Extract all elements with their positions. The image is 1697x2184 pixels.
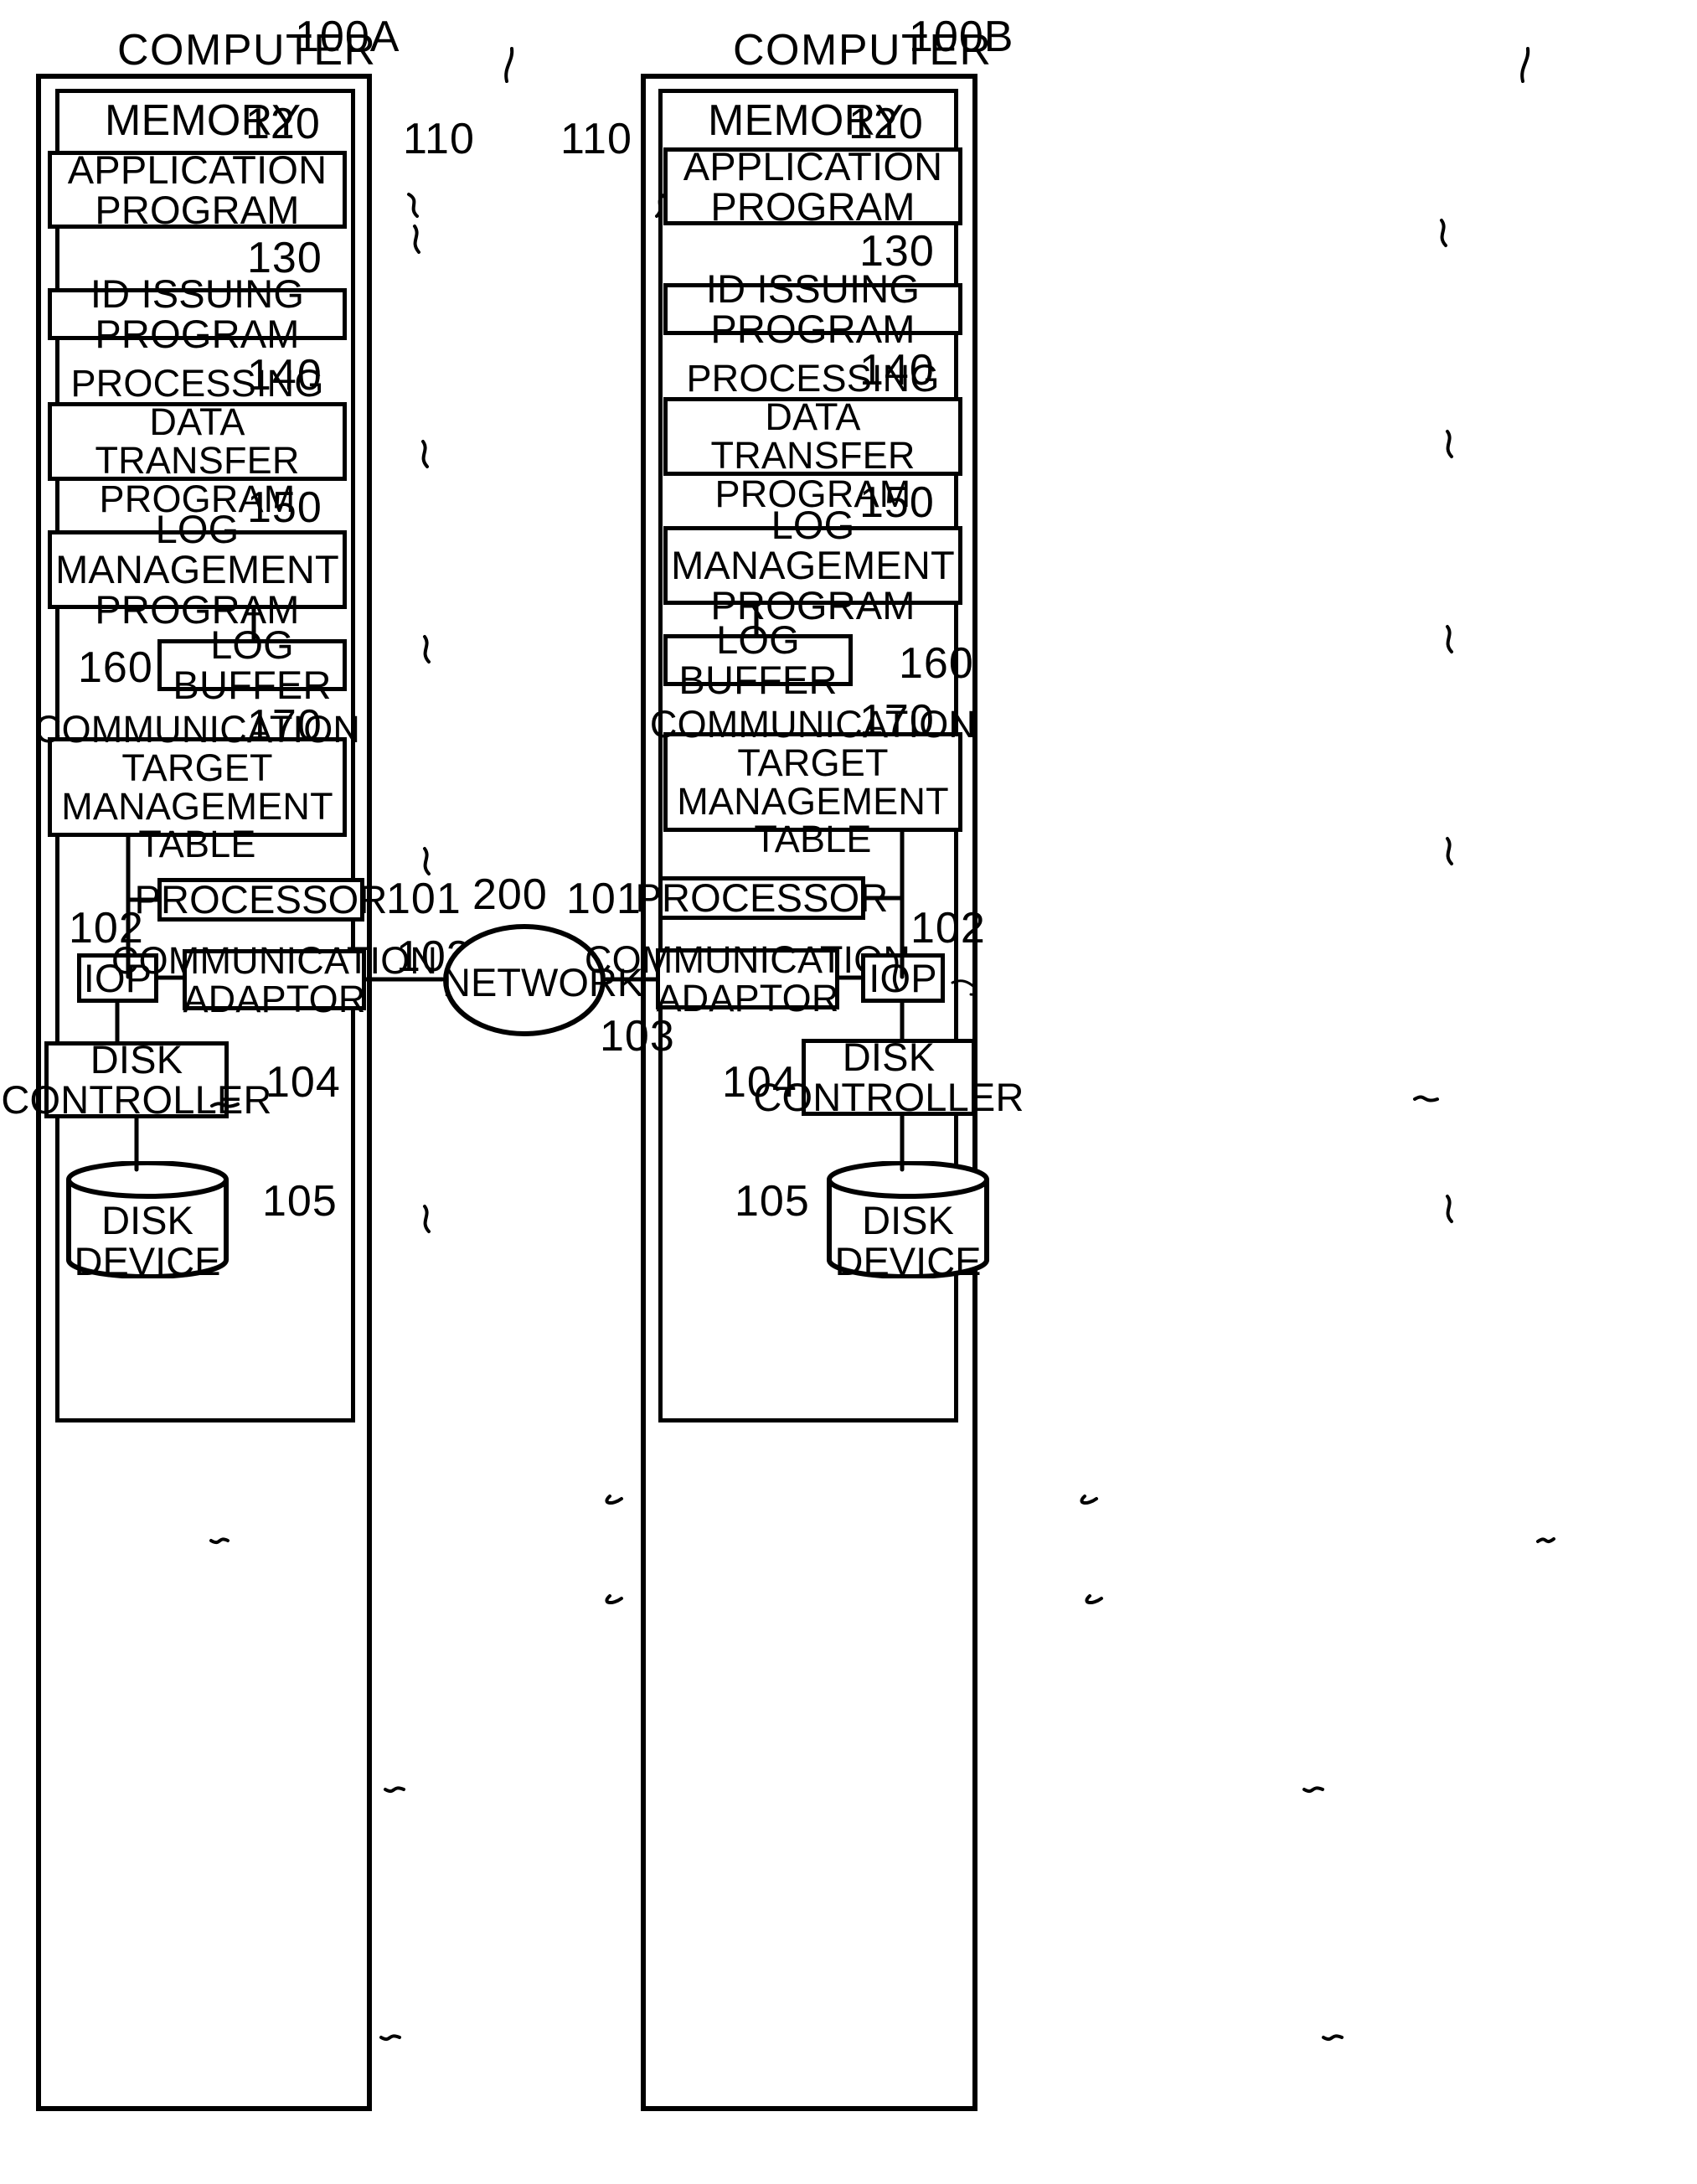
block-label: PROCESSOR xyxy=(134,877,388,922)
block-label: PROCESSOR xyxy=(635,875,889,921)
computer-a-memory-ref-120: 120 xyxy=(245,100,321,148)
network-node: NETWORK xyxy=(442,923,644,1037)
computer-b-block-log-management-program: LOG MANAGEMENT PROGRAM xyxy=(663,505,962,625)
computer-b-ref-101: 101 xyxy=(566,875,642,923)
block-label: APPLICATION PROGRAM xyxy=(67,147,328,232)
network-ref: 200 xyxy=(472,870,548,919)
computer-a-block-communication-target-management-table: COMMUNICATION TARGET MANAGEMENT TABLE xyxy=(34,710,360,863)
block-label: COMMUNICATION ADAPTOR xyxy=(111,938,438,1020)
computer-a-block-processing-data-transfer-program: PROCESSING DATA TRANSFER PROGRAM xyxy=(48,364,347,518)
computer-a-memory-ref-110: 110 xyxy=(403,115,475,163)
block-label: ID ISSUING PROGRAM xyxy=(90,271,305,356)
computer-a-ref-104: 104 xyxy=(266,1058,341,1107)
computer-b-memory-ref-110: 110 xyxy=(560,115,632,163)
computer-a-block-log-buffer: LOG BUFFER xyxy=(157,625,347,705)
computer-b-block-communication-target-management-table: COMMUNICATION TARGET MANAGEMENT TABLE xyxy=(650,705,976,858)
computer-b-processor: PROCESSOR xyxy=(635,876,888,920)
block-label: COMMUNICATION TARGET MANAGEMENT TABLE xyxy=(649,702,977,861)
disk-device-label: DISK DEVICE xyxy=(74,1198,221,1284)
computer-a-block-log-management-program: LOG MANAGEMENT PROGRAM xyxy=(48,509,347,629)
block-label: LOG MANAGEMENT PROGRAM xyxy=(671,503,955,627)
computer-b-memory-ref-120: 120 xyxy=(848,100,924,148)
computer-b-ref-105: 105 xyxy=(735,1177,810,1226)
computer-a-communication-adaptor: COMMUNICATION ADAPTOR xyxy=(111,941,437,1018)
computer-b-ref-103: 103 xyxy=(600,1012,675,1061)
network-label: NETWORK xyxy=(442,960,644,1004)
computer-a-disk-device: DISK DEVICE xyxy=(65,1160,230,1282)
block-label: APPLICATION PROGRAM xyxy=(683,143,943,229)
computer-b-disk-controller: DISK CONTROLLER xyxy=(753,1037,1024,1118)
computer-a-block-id-issuing-program: ID ISSUING PROGRAM xyxy=(48,274,347,354)
computer-a-ref-101: 101 xyxy=(386,875,462,923)
computer-b-ref: 100B xyxy=(909,13,1014,61)
computer-a-ref: 100A xyxy=(295,13,400,61)
computer-a-block-application-program: APPLICATION PROGRAM xyxy=(48,147,347,232)
computer-b-communication-adaptor: COMMUNICATION ADAPTOR xyxy=(585,940,910,1017)
computer-a-ref-160: 160 xyxy=(78,643,153,692)
computer-a-processor: PROCESSOR xyxy=(134,878,387,922)
computer-b-ref-102: 102 xyxy=(910,904,986,953)
computer-b-iop: IOP xyxy=(861,953,945,1003)
computer-b-block-processing-data-transfer-program: PROCESSING DATA TRANSFER PROGRAM xyxy=(663,359,962,513)
patent-figure: COMPUTER 100A MEMORY 120 110 APPLICATION… xyxy=(0,0,1697,2184)
block-label: LOG BUFFER xyxy=(678,617,838,702)
block-label: ID ISSUING PROGRAM xyxy=(705,266,921,351)
disk-device-label: DISK DEVICE xyxy=(834,1198,982,1284)
block-label: DISK CONTROLLER xyxy=(1,1037,272,1122)
computer-b-block-application-program: APPLICATION PROGRAM xyxy=(663,143,962,229)
computer-a-ref-105: 105 xyxy=(262,1177,338,1226)
block-label: IOP xyxy=(869,955,937,1000)
computer-b-ref-160: 160 xyxy=(899,639,974,688)
block-label: LOG BUFFER xyxy=(173,622,332,707)
computer-b-block-id-issuing-program: ID ISSUING PROGRAM xyxy=(663,269,962,349)
computer-b-block-log-buffer: LOG BUFFER xyxy=(663,620,853,700)
computer-b-ref-104: 104 xyxy=(722,1058,797,1107)
block-label: LOG MANAGEMENT PROGRAM xyxy=(55,507,339,632)
computer-a-disk-controller: DISK CONTROLLER xyxy=(1,1040,271,1120)
computer-b-disk-device: DISK DEVICE xyxy=(826,1160,990,1282)
block-label: COMMUNICATION TARGET MANAGEMENT TABLE xyxy=(34,707,361,866)
